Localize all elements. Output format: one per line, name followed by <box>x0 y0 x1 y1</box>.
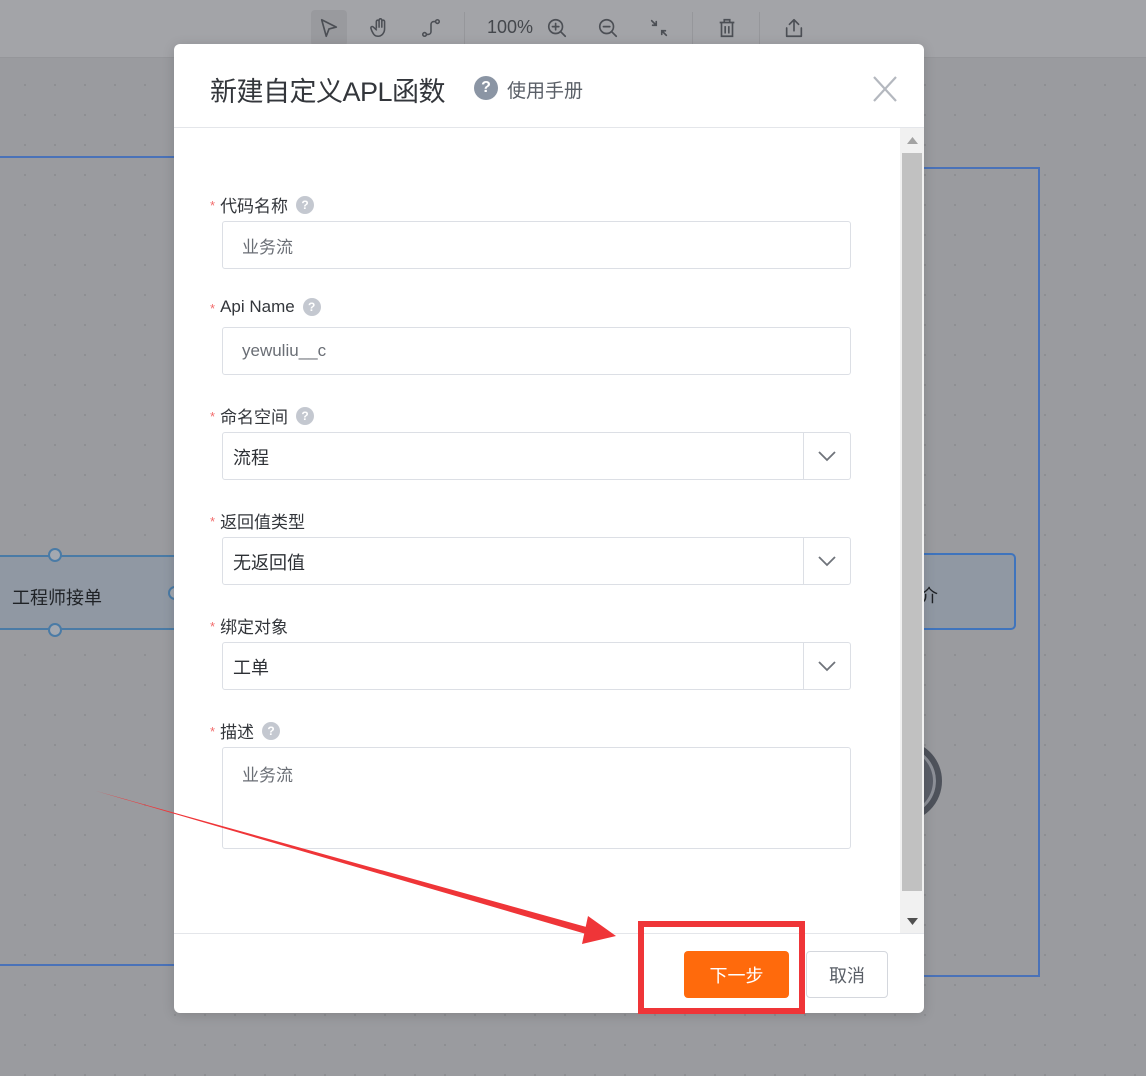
code-name-label: * 代码名称 ? <box>210 192 315 217</box>
api-name-input[interactable]: yewuliu__c <box>222 327 851 375</box>
triangle-down-icon <box>906 917 918 925</box>
bind-object-label: * 绑定对象 <box>210 613 288 638</box>
help-tooltip-icon[interactable]: ? <box>296 195 315 214</box>
help-icon[interactable]: ? <box>474 76 498 100</box>
required-mark: * <box>210 409 216 424</box>
dialog-header: 新建自定义APL函数 ? 使用手册 <box>174 44 924 128</box>
chevron-down-icon <box>818 451 836 462</box>
api-name-label: * Api Name ? <box>210 297 321 317</box>
dropdown-toggle[interactable] <box>803 433 850 479</box>
code-name-input[interactable]: 业务流 <box>222 221 851 269</box>
input-value: 业务流 <box>242 237 293 257</box>
required-mark: * <box>210 514 216 529</box>
pan-tool-button[interactable] <box>362 10 398 46</box>
select-value: 工单 <box>233 658 269 678</box>
namespace-label: * 命名空间 ? <box>210 403 315 428</box>
return-type-select[interactable]: 无返回值 <box>222 537 851 585</box>
select-value: 流程 <box>233 448 269 468</box>
export-icon <box>785 18 803 38</box>
close-button[interactable] <box>870 72 900 106</box>
triangle-up-icon <box>906 136 918 144</box>
scroll-up-button[interactable] <box>900 128 924 152</box>
namespace-select[interactable]: 流程 <box>222 432 851 480</box>
zoom-in-icon <box>547 18 567 38</box>
connector-tool-button[interactable] <box>413 10 449 46</box>
return-type-label: * 返回值类型 <box>210 508 305 533</box>
dialog-body: * 代码名称 ? 业务流 * Api Name ? yewuliu__c * 命… <box>174 128 900 933</box>
scroll-thumb[interactable] <box>902 153 922 891</box>
dialog-scrollbar[interactable] <box>900 128 924 933</box>
label-text: 代码名称 <box>220 197 289 216</box>
select-tool-button[interactable] <box>311 10 347 46</box>
dropdown-toggle[interactable] <box>803 538 850 584</box>
connection-handle[interactable] <box>48 548 62 562</box>
delete-button[interactable] <box>709 10 745 46</box>
export-button[interactable] <box>776 10 812 46</box>
user-manual-link[interactable]: 使用手册 <box>507 76 583 103</box>
toolbar-divider <box>759 12 760 46</box>
flow-node-label: 工程师接单 <box>12 588 102 608</box>
fit-icon <box>650 19 668 37</box>
connection-handle[interactable] <box>48 623 62 637</box>
dropdown-toggle[interactable] <box>803 643 850 689</box>
toolbar-divider <box>692 12 693 46</box>
select-value: 无返回值 <box>233 553 305 573</box>
scroll-down-button[interactable] <box>900 909 924 933</box>
zoom-out-icon <box>598 18 618 38</box>
required-mark: * <box>210 198 216 213</box>
description-label: * 描述 ? <box>210 718 281 743</box>
help-tooltip-icon[interactable]: ? <box>262 721 281 740</box>
description-textarea[interactable]: 业务流 <box>222 747 851 849</box>
input-value: yewuliu__c <box>242 341 327 360</box>
textarea-value: 业务流 <box>242 766 293 785</box>
create-apl-function-dialog: 新建自定义APL函数 ? 使用手册 * 代码名称 ? 业务流 * Api Nam… <box>174 44 924 1013</box>
required-mark: * <box>210 724 216 739</box>
label-text: 返回值类型 <box>220 513 306 532</box>
required-mark: * <box>210 619 216 634</box>
help-tooltip-icon[interactable]: ? <box>296 406 315 425</box>
required-mark: * <box>210 300 216 316</box>
zoom-out-button[interactable] <box>590 10 626 46</box>
hand-icon <box>370 18 386 38</box>
chevron-down-icon <box>818 556 836 567</box>
label-text: 描述 <box>220 723 255 742</box>
dialog-title: 新建自定义APL函数 <box>210 77 446 107</box>
cancel-button[interactable]: 取消 <box>806 951 888 998</box>
toolbar-divider <box>464 12 465 46</box>
bind-object-select[interactable]: 工单 <box>222 642 851 690</box>
close-icon <box>873 76 897 102</box>
connector-icon <box>421 18 441 38</box>
help-tooltip-icon[interactable]: ? <box>302 298 321 316</box>
chevron-down-icon <box>818 661 836 672</box>
zoom-level: 100% <box>487 17 534 37</box>
trash-icon <box>719 18 735 38</box>
label-text: Api Name <box>220 297 295 316</box>
label-text: 命名空间 <box>220 408 289 427</box>
label-text: 绑定对象 <box>220 618 289 637</box>
highlight-box-annotation <box>638 921 805 1014</box>
fit-view-button[interactable] <box>641 10 677 46</box>
pointer-icon <box>320 18 338 38</box>
dialog-footer: 下一步 取消 <box>174 933 924 1013</box>
zoom-in-button[interactable] <box>539 10 575 46</box>
